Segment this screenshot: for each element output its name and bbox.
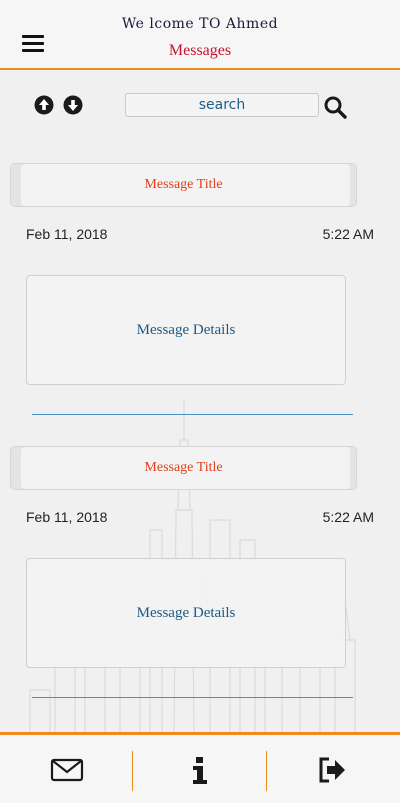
message-date: Feb 11, 2018 (26, 509, 108, 525)
message-divider (32, 697, 353, 698)
message-details: Message Details (26, 558, 346, 668)
envelope-icon[interactable] (50, 753, 84, 787)
footer-separator (132, 751, 133, 791)
message-details: Message Details (26, 275, 346, 385)
message-divider (32, 414, 353, 415)
page-title: Messages (168, 42, 232, 59)
arrow-circle-down-icon[interactable] (63, 95, 83, 115)
search-input[interactable]: search (125, 93, 319, 117)
message-time: 5:22 AM (322, 226, 374, 242)
bottom-nav (0, 732, 400, 803)
message-title-button[interactable]: Message Title (10, 446, 357, 490)
sign-out-icon[interactable] (318, 753, 348, 787)
message-date: Feb 11, 2018 (26, 226, 108, 242)
message-time: 5:22 AM (322, 509, 374, 525)
app-header: We lcome TO Ahmed Messages (0, 0, 400, 70)
footer-separator (266, 751, 267, 791)
info-icon[interactable] (188, 753, 212, 787)
search-icon[interactable] (323, 95, 347, 119)
arrow-circle-up-icon[interactable] (34, 95, 54, 115)
welcome-text: We lcome TO Ahmed (121, 16, 279, 32)
message-title-button[interactable]: Message Title (10, 163, 357, 207)
